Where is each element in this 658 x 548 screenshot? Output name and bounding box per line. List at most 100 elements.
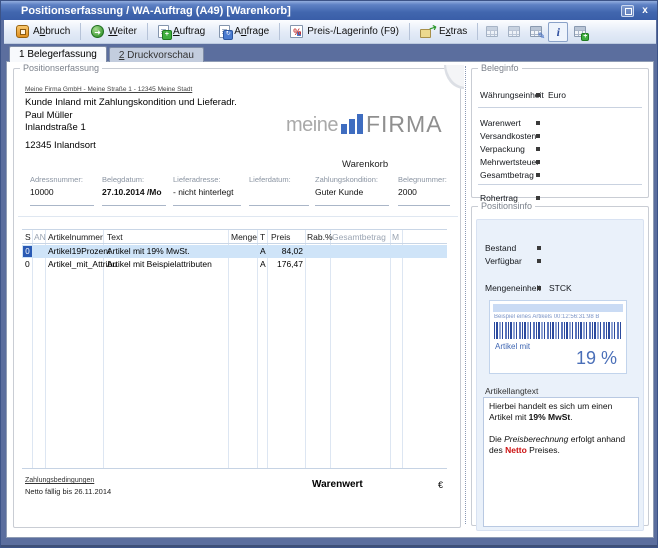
field-value[interactable]: Guter Kunde — [315, 187, 389, 197]
field-label: Adressnummer: — [30, 175, 94, 184]
recipient-street: Inlandstraße 1 — [25, 122, 86, 133]
panel-splitter[interactable] — [465, 66, 466, 524]
equals-icon — [536, 147, 540, 151]
info-button[interactable]: i — [548, 22, 568, 42]
inquiry-button[interactable]: Anfrage — [212, 22, 276, 42]
logo-bars-icon — [341, 114, 363, 134]
column-header-t[interactable]: T — [260, 232, 265, 243]
tab-strip: 1 Belegerfassung 2 Druckvorschau — [9, 46, 204, 62]
cell-artikelnummer: Artikel19Prozent — [48, 245, 110, 258]
recipient-contact: Paul Müller — [25, 110, 73, 121]
beleginfo-group: Beleginfo Währungseinheit Euro Warenwert… — [471, 64, 649, 198]
currency-symbol: € — [438, 480, 443, 490]
image-text-line1: Artikel mit — [495, 342, 530, 351]
selected-status-cell[interactable]: 0 — [23, 246, 32, 257]
recipient-name: Kunde Inland mit Zahlungskondition und L… — [25, 97, 237, 108]
toolbar: Abbruch Weiter Auftrag Anfrage Preis-/La… — [4, 20, 656, 44]
add-table-button[interactable]: + — [570, 22, 590, 42]
field-value[interactable]: 27.10.2014 /Mo — [102, 187, 166, 197]
abort-button[interactable]: Abbruch — [9, 22, 77, 42]
document-title: Warenkorb — [342, 159, 388, 170]
column-header-m[interactable]: M — [392, 232, 399, 243]
equals-icon — [537, 286, 541, 290]
cell-text: Artikel mit Beispielattributen — [107, 258, 212, 271]
toolbar-separator — [409, 23, 410, 40]
table-view-button[interactable] — [482, 22, 502, 42]
company-logo: meine FIRMA — [286, 101, 456, 135]
cell-preis: 176,47 — [267, 258, 303, 271]
order-icon — [158, 25, 169, 38]
tab-belegerfassung[interactable]: 1 Belegerfassung — [9, 46, 107, 62]
price-stock-info-icon — [290, 25, 303, 38]
info-row-bestand: Bestand — [485, 242, 549, 253]
field-belegdatum: Belegdatum: 27.10.2014 /Mo — [102, 175, 166, 206]
field-value[interactable]: 2000 — [398, 187, 450, 197]
cell-t: A — [260, 258, 266, 271]
equals-icon — [536, 121, 540, 125]
image-header-bar — [493, 304, 623, 312]
column-header-gesamtbetrag[interactable]: Gesamtbetrag — [332, 232, 386, 243]
field-value[interactable]: 10000 — [30, 187, 94, 197]
column-header-rabatt[interactable]: Rab.% — [307, 232, 333, 243]
info-row-waehrungseinheit: Währungseinheit Euro — [480, 89, 644, 100]
info-divider — [478, 184, 642, 185]
table-row[interactable]: 0 Artikel_mit_Attribu Artikel mit Beispi… — [22, 258, 447, 271]
equals-icon — [536, 196, 540, 200]
continue-button[interactable]: Weiter — [84, 22, 144, 42]
column-header-an[interactable]: AN — [34, 232, 46, 243]
toolbar-separator — [80, 23, 81, 40]
barcode-icon — [494, 322, 622, 339]
artikellangtext-label: Artikellangtext — [485, 386, 538, 396]
field-lieferadresse: Lieferadresse: - nicht hinterlegt — [173, 175, 241, 206]
toolbar-separator — [147, 23, 148, 40]
logo-word-firma: FIRMA — [366, 114, 443, 135]
content-area: Positionserfassung Meine Firma GmbH - Me… — [6, 61, 654, 538]
extras-icon — [420, 25, 435, 39]
field-label: Zahlungskondition: — [315, 175, 389, 184]
cell-preis: 84,02 — [267, 245, 303, 258]
column-header-artikelnummer[interactable]: Artikelnummer — [48, 232, 103, 243]
close-window-button[interactable]: x — [639, 5, 651, 17]
total-label: Warenwert — [312, 479, 363, 490]
column-header-text[interactable]: Text — [107, 232, 123, 243]
field-label: Belegnummer: — [398, 175, 450, 184]
price-stock-info-button[interactable]: Preis-/Lagerinfo (F9) — [283, 22, 406, 42]
recipient-city: 12345 Inlandsort — [25, 140, 96, 151]
extras-button[interactable]: Extras — [413, 22, 474, 42]
order-button[interactable]: Auftrag — [151, 22, 212, 42]
info-row-mehrwertsteuer: Mehrwertsteuer — [480, 156, 644, 167]
info-row-verfuegbar: Verfügbar — [485, 255, 549, 266]
positionsinfo-group: Positionsinfo Bestand Verfügbar Mengenei… — [471, 202, 649, 526]
positionserfassung-group: Positionserfassung Meine Firma GmbH - Me… — [13, 64, 461, 528]
equals-icon — [536, 160, 540, 164]
article-image: Beispiel eines Artikels 00:12:56:31:98 B… — [489, 300, 627, 374]
cell-status: 0 — [25, 258, 30, 271]
restore-window-button[interactable] — [621, 5, 634, 17]
field-lieferdatum: Lieferdatum: — [249, 175, 309, 206]
column-header-preis[interactable]: Preis — [271, 232, 290, 243]
app-window: Positionserfassung / WA-Auftrag (A49) [W… — [0, 0, 658, 548]
cancel-icon — [16, 25, 29, 38]
longtext-paragraph: Hierbei handelt es sich um einen Artikel… — [489, 401, 633, 423]
table-view-alt-button[interactable] — [504, 22, 524, 42]
edit-table-button[interactable]: ✎ — [526, 22, 546, 42]
beleginfo-group-label: Beleginfo — [478, 64, 522, 73]
equals-icon — [536, 93, 540, 97]
column-header-menge[interactable]: Menge — [231, 232, 257, 243]
table-view-icon — [486, 26, 498, 37]
table-row[interactable]: 0 Artikel19Prozent Artikel mit 19% MwSt.… — [22, 245, 447, 258]
field-zahlungskondition: Zahlungskondition: Guter Kunde — [315, 175, 389, 206]
header-divider — [18, 216, 458, 217]
table-view-alt-icon — [508, 26, 520, 37]
cell-text: Artikel mit 19% MwSt. — [107, 245, 190, 258]
image-caption: Beispiel eines Artikels 00:12:56:31:98 B — [494, 314, 624, 320]
toolbar-separator — [279, 23, 280, 40]
equals-icon — [537, 259, 541, 263]
cell-t: A — [260, 245, 266, 258]
toolbar-separator — [477, 23, 478, 40]
column-header-s[interactable]: S — [25, 232, 31, 243]
tab-druckvorschau[interactable]: 2 Druckvorschau — [109, 47, 204, 62]
info-icon: i — [557, 26, 560, 38]
field-value[interactable]: - nicht hinterlegt — [173, 187, 241, 197]
logo-word-meine: meine — [286, 115, 338, 135]
